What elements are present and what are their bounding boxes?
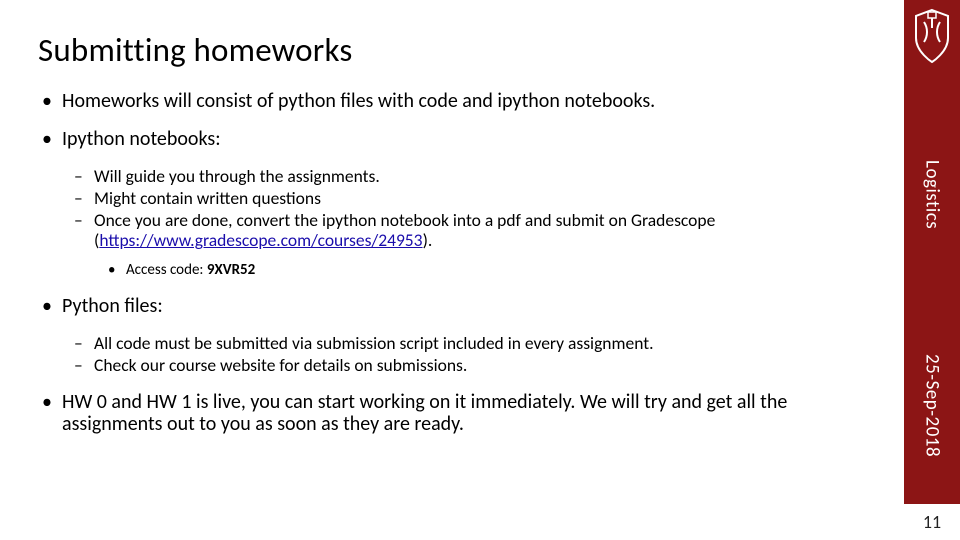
section-text: Logistics [921,160,944,229]
access-code-value: 9XVR52 [207,261,255,279]
gradescope-link[interactable]: https://www.gradescope.com/courses/24953 [99,229,422,251]
date-text: 25-Sep-2018 [921,354,944,457]
sub-bullet-item: Might contain written questions [38,188,870,208]
date-label: 25-Sep-2018 [904,354,960,462]
bullet-item: HW 0 and HW 1 is live, you can start wor… [38,391,870,435]
page-number: 11 [904,504,960,540]
school-logo [904,0,960,72]
shield-icon [912,8,952,64]
bullet-list: Homeworks will consist of python files w… [38,90,870,435]
sub-bullet-item: Once you are done, convert the ipython n… [38,210,870,250]
sidebar: Logistics 25-Sep-2018 11 [904,0,960,540]
subsub-bullet-item: Access code: 9XVR52 [38,261,870,279]
sub-bullet-item: Check our course website for details on … [38,355,870,375]
bullet-item: Python files: [38,295,870,317]
bullet-item: Ipython notebooks: [38,128,870,150]
sub-bullet-item: Will guide you through the assignments. [38,166,870,186]
bullet-item: Homeworks will consist of python files w… [38,90,870,112]
text-fragment: ). [423,229,433,251]
content-area: Submitting homeworks Homeworks will cons… [38,30,870,451]
page-number-box: 11 [904,504,960,540]
sub-bullet-item: All code must be submitted via submissio… [38,333,870,353]
spacer [38,377,870,391]
slide: Submitting homeworks Homeworks will cons… [0,0,960,540]
spacer [38,281,870,295]
section-label: Logistics [904,160,960,234]
access-code-label: Access code: [126,261,207,279]
page-title: Submitting homeworks [38,30,870,70]
